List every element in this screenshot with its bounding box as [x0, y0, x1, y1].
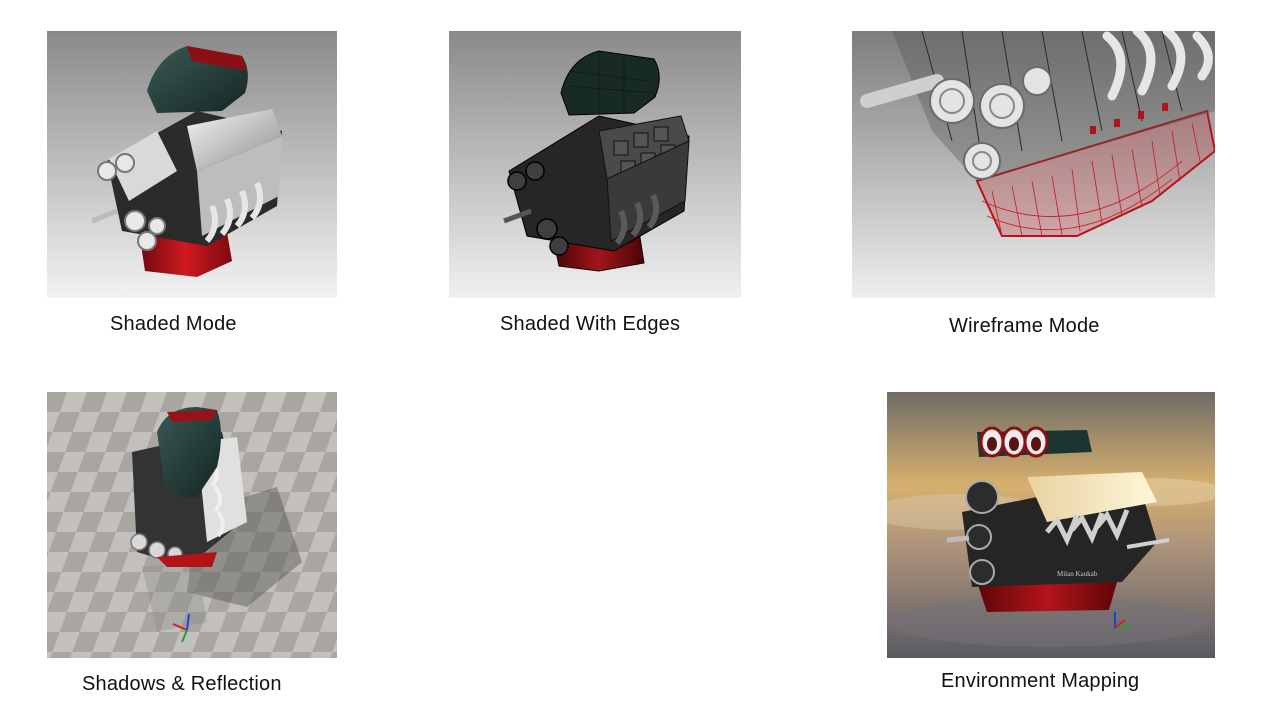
engine-badge-text: Milan Kaukab — [1057, 570, 1098, 578]
caption-shaded-mode: Shaded Mode — [110, 313, 237, 335]
shaded-edges-engine-image — [449, 31, 741, 298]
caption-environment-mapping: Environment Mapping — [941, 670, 1140, 692]
wireframe-engine-image — [852, 31, 1215, 298]
shaded-mode-render — [47, 31, 337, 298]
shaded-engine-image — [47, 31, 337, 298]
shadows-engine-image — [47, 392, 337, 658]
caption-wireframe-mode: Wireframe Mode — [949, 315, 1100, 337]
caption-shadows-reflection: Shadows & Reflection — [82, 673, 282, 695]
caption-shaded-with-edges: Shaded With Edges — [500, 313, 681, 335]
shaded-with-edges-render — [449, 31, 741, 298]
shadows-reflection-render — [47, 392, 337, 658]
environment-mapping-render: Milan Kaukab — [887, 392, 1215, 658]
wireframe-mode-render — [852, 31, 1215, 298]
environment-engine-image: Milan Kaukab — [887, 392, 1215, 658]
